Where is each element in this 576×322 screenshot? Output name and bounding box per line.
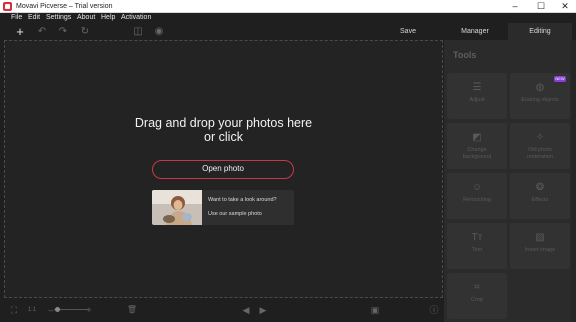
zoom-slider-handle[interactable] — [55, 307, 60, 312]
zoom-in-icon[interactable]: + — [82, 302, 96, 318]
tab-manager[interactable]: Manager — [444, 23, 506, 40]
window-title: Movavi Picverse – Trial version — [16, 3, 113, 10]
crop-icon: ⌗ — [474, 282, 480, 293]
tools-heading: Tools — [453, 50, 477, 60]
tool-crop[interactable]: ⌗ Crop — [447, 273, 507, 319]
menu-activation[interactable]: Activation — [121, 13, 151, 23]
compare-icon[interactable]: ◫ — [131, 23, 145, 40]
minimize-button[interactable]: – — [504, 0, 526, 13]
tool-label: Erasing objects — [521, 97, 559, 103]
new-badge: NEW — [554, 76, 566, 82]
close-button[interactable]: ✕ — [554, 0, 576, 13]
info-icon[interactable]: ⓘ — [427, 302, 441, 318]
tool-label: Change background — [462, 147, 492, 160]
previous-photo-icon[interactable]: ◀ — [239, 302, 253, 318]
menu-bar: File Edit Settings About Help Activation — [0, 13, 576, 23]
tool-label: Insert image — [524, 247, 556, 253]
next-photo-icon[interactable]: ▶ — [256, 302, 270, 318]
reset-icon[interactable]: ↻ — [78, 23, 92, 40]
actual-size-button[interactable]: 1:1 — [25, 302, 39, 318]
effects-icon: ❂ — [535, 182, 545, 193]
tool-old-photo-restoration[interactable]: ✧ Old photo restoration — [510, 123, 570, 169]
add-icon[interactable]: + — [13, 23, 27, 40]
image-info-icon[interactable]: ▣ — [368, 302, 382, 318]
menu-about[interactable]: About — [77, 13, 95, 23]
undo-icon[interactable]: ↶ — [35, 23, 49, 40]
tool-label: Old photo restoration — [527, 147, 553, 160]
drop-instructions: Drag and drop your photos here or click — [134, 116, 313, 144]
preview-icon[interactable]: ◉ — [152, 23, 166, 40]
magic-wand-icon: ✧ — [535, 132, 545, 143]
eraser-icon: ◍ — [535, 82, 545, 93]
save-button[interactable]: Save — [378, 23, 438, 40]
tool-adjust[interactable]: ☰ Adjust — [447, 73, 507, 119]
app-logo-icon — [3, 2, 12, 11]
sample-photo-thumbnail — [152, 190, 202, 225]
menu-file[interactable]: File — [11, 13, 22, 23]
sample-photo-card[interactable]: Want to take a look around? Use our samp… — [152, 190, 294, 225]
menu-settings[interactable]: Settings — [46, 13, 71, 23]
maximize-button[interactable]: ☐ — [530, 0, 552, 13]
open-photo-button[interactable]: Open photo — [152, 160, 294, 179]
sliders-icon: ☰ — [472, 82, 482, 93]
menu-edit[interactable]: Edit — [28, 13, 40, 23]
insert-image-icon: ▨ — [535, 232, 545, 243]
tool-label: Text — [471, 247, 483, 253]
tool-retouching[interactable]: ☺ Retouching — [447, 173, 507, 219]
tool-change-background[interactable]: ◩ Change background — [447, 123, 507, 169]
tool-label: Crop — [471, 297, 483, 303]
text-icon: Tт — [471, 232, 483, 243]
sample-prompt-text: Want to take a look around? — [208, 197, 277, 203]
background-icon: ◩ — [472, 132, 482, 143]
menu-help[interactable]: Help — [101, 13, 115, 23]
tool-effects[interactable]: ❂ Effects — [510, 173, 570, 219]
tab-editing[interactable]: Editing — [508, 23, 572, 40]
title-bar: Movavi Picverse – Trial version – ☐ ✕ — [0, 0, 576, 13]
tool-text[interactable]: Tт Text — [447, 223, 507, 269]
redo-icon[interactable]: ↷ — [56, 23, 70, 40]
fit-to-screen-icon[interactable]: ⛶ — [7, 302, 21, 318]
trash-icon[interactable]: 🗑 — [125, 302, 139, 318]
tools-scrollbar[interactable] — [571, 40, 576, 322]
face-icon: ☺ — [471, 182, 483, 193]
tool-label: Retouching — [463, 197, 491, 203]
tool-label: Adjust — [469, 97, 485, 103]
use-sample-photo-link[interactable]: Use our sample photo — [208, 211, 262, 217]
tool-insert-image[interactable]: ▨ Insert image — [510, 223, 570, 269]
tool-label: Effects — [531, 197, 549, 203]
